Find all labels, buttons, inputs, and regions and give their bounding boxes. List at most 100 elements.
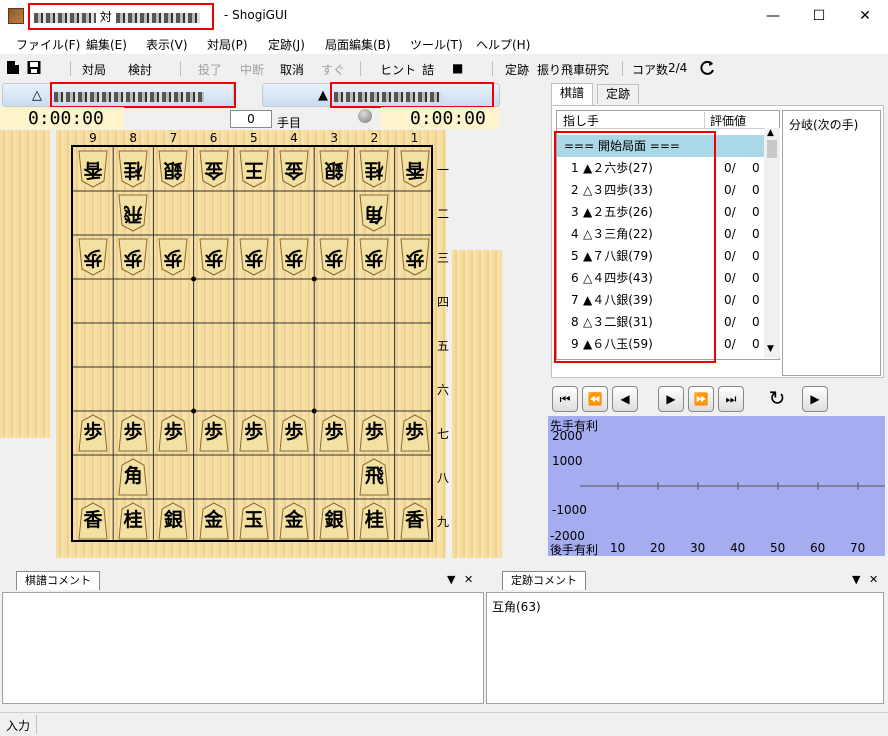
sente-piece[interactable]: 銀 [155, 501, 191, 541]
gote-piece[interactable]: 角 [356, 193, 392, 233]
resign-button[interactable]: 投了 [198, 61, 222, 78]
sente-piece[interactable]: 香 [397, 501, 433, 541]
joseki-comment-text: 互角(63) [492, 600, 541, 614]
gote-piece[interactable]: 香 [397, 149, 433, 189]
tab-joseki[interactable]: 定跡 [597, 84, 640, 104]
gote-piece[interactable]: 歩 [155, 237, 191, 277]
chevron-down-icon[interactable]: ▼ [852, 573, 860, 586]
close-button[interactable]: ✕ [842, 0, 888, 32]
sente-piece[interactable]: 玉 [236, 501, 272, 541]
gote-piece[interactable]: 銀 [155, 149, 191, 189]
new-file-icon[interactable] [6, 60, 20, 75]
move-number-field[interactable]: 0 [230, 110, 272, 128]
go-forward-many-button[interactable]: ⏩ [688, 386, 714, 412]
sente-piece[interactable]: 歩 [276, 413, 312, 453]
core-count-value[interactable]: 2/4 [668, 61, 687, 75]
gote-piece[interactable]: 歩 [115, 237, 151, 277]
scroll-up-icon[interactable]: ▲ [767, 128, 774, 138]
go-back-button[interactable]: ◀ [612, 386, 638, 412]
flip-board-button[interactable]: ↻ [764, 386, 790, 412]
hint-button[interactable]: ヒント [380, 61, 416, 78]
sente-piece[interactable]: 歩 [316, 413, 352, 453]
sente-piece[interactable]: 桂 [356, 501, 392, 541]
go-last-button[interactable]: ⏭ [718, 386, 744, 412]
sente-piece[interactable]: 歩 [397, 413, 433, 453]
evaluation-graph[interactable]: 先手有利 2000 1000 -1000 -2000 後手有利 10 20 30… [548, 416, 885, 557]
scroll-down-icon[interactable]: ▼ [767, 344, 774, 354]
sente-piece[interactable]: 銀 [316, 501, 352, 541]
suspend-button[interactable]: 中断 [240, 61, 264, 78]
gote-piece[interactable]: 歩 [397, 237, 433, 277]
menu-help[interactable]: ヘルプ(H) [476, 36, 530, 53]
chevron-down-icon[interactable]: ▼ [447, 573, 455, 586]
gote-piece[interactable]: 歩 [75, 237, 111, 277]
sente-piece[interactable]: 歩 [236, 413, 272, 453]
stop-button[interactable]: ■ [452, 61, 463, 75]
sente-piece[interactable]: 飛 [356, 457, 392, 497]
kifu-scrollbar[interactable] [764, 128, 780, 358]
tab-kifu[interactable]: 棋譜 [551, 83, 594, 105]
sente-piece[interactable]: 歩 [155, 413, 191, 453]
sente-piece[interactable]: 金 [196, 501, 232, 541]
gote-piece[interactable]: 金 [196, 149, 232, 189]
menu-tools[interactable]: ツール(T) [410, 36, 463, 53]
kifu-highlight-box [554, 131, 716, 363]
joseki-comment-tab[interactable]: 定跡コメント [502, 571, 586, 590]
gote-piece[interactable]: 銀 [316, 149, 352, 189]
sente-piece[interactable]: 桂 [115, 501, 151, 541]
menu-game[interactable]: 対局(P) [207, 36, 248, 53]
maximize-button[interactable]: ☐ [796, 0, 842, 32]
menu-position-edit[interactable]: 局面編集(B) [325, 36, 391, 53]
menu-edit[interactable]: 編集(E) [86, 36, 127, 53]
kifu-comment-textarea[interactable] [2, 592, 484, 704]
go-back-many-button[interactable]: ⏪ [582, 386, 608, 412]
gote-piece[interactable]: 王 [236, 149, 272, 189]
sente-piece[interactable]: 金 [276, 501, 312, 541]
joseki-book-selector[interactable]: 振り飛車研究 [537, 61, 609, 78]
gote-piece-stand[interactable] [0, 130, 50, 438]
refresh-icon[interactable] [698, 59, 716, 77]
menu-file[interactable]: ファイル(F) [16, 36, 80, 53]
kifu-scroll-thumb[interactable] [767, 140, 777, 158]
sente-piece[interactable]: 香 [75, 501, 111, 541]
menu-view[interactable]: 表示(V) [146, 36, 188, 53]
gote-piece[interactable]: 歩 [276, 237, 312, 277]
gote-piece[interactable]: 桂 [356, 149, 392, 189]
save-icon[interactable] [27, 60, 41, 75]
gote-piece[interactable]: 歩 [316, 237, 352, 277]
gote-piece[interactable]: 飛 [115, 193, 151, 233]
joseki-comment-textarea[interactable]: 互角(63) [486, 592, 884, 704]
go-first-button[interactable]: ⏮ [552, 386, 578, 412]
graph-y-tick: 2000 [552, 429, 583, 443]
sente-piece[interactable]: 角 [115, 457, 151, 497]
gote-piece[interactable]: 歩 [196, 237, 232, 277]
piece-glyph: 桂 [123, 159, 143, 181]
sente-piece[interactable]: 歩 [115, 413, 151, 453]
shogi-board[interactable]: 香香桂桂銀銀金金王玉金金銀銀桂桂香香歩歩歩歩歩歩歩歩歩歩歩歩歩歩歩歩歩歩飛角角飛 [71, 145, 433, 542]
go-forward-button[interactable]: ▶ [658, 386, 684, 412]
play-button[interactable]: ▶ [802, 386, 828, 412]
taikyoku-button[interactable]: 対局 [82, 61, 106, 78]
branch-list[interactable] [782, 110, 881, 376]
piece-glyph: 香 [405, 159, 425, 181]
sente-piece[interactable]: 歩 [75, 413, 111, 453]
close-icon[interactable]: ✕ [869, 573, 878, 586]
kento-button[interactable]: 検討 [128, 61, 152, 78]
gote-piece[interactable]: 香 [75, 149, 111, 189]
gote-piece[interactable]: 金 [276, 149, 312, 189]
mate-search-button[interactable]: 詰 [422, 61, 434, 78]
board-column-label: 9 [89, 131, 97, 145]
graph-x-tick: 20 [650, 541, 666, 555]
minimize-button[interactable]: — [750, 0, 796, 32]
sente-piece[interactable]: 歩 [196, 413, 232, 453]
gote-piece[interactable]: 桂 [115, 149, 151, 189]
gote-piece[interactable]: 歩 [356, 237, 392, 277]
sente-piece-stand[interactable] [452, 250, 502, 558]
gote-piece[interactable]: 歩 [236, 237, 272, 277]
kifu-comment-tab[interactable]: 棋譜コメント [16, 571, 100, 590]
menu-joseki[interactable]: 定跡(J) [268, 36, 305, 53]
close-icon[interactable]: ✕ [464, 573, 473, 586]
undo-button[interactable]: 取消 [280, 61, 304, 78]
move-now-button[interactable]: すぐ [321, 61, 345, 78]
sente-piece[interactable]: 歩 [356, 413, 392, 453]
